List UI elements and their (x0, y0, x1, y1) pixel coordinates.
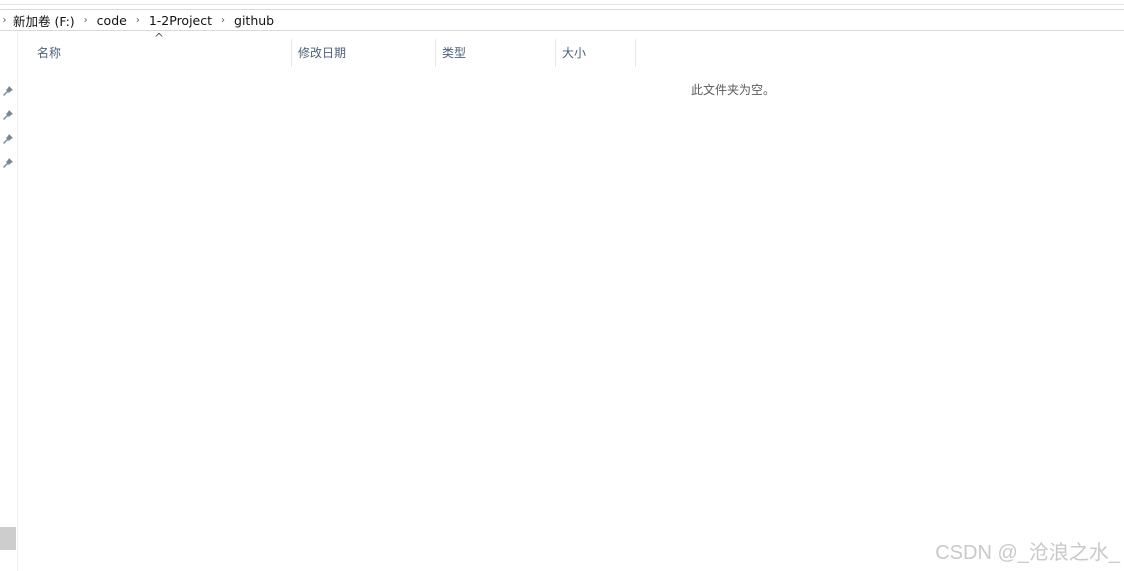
watermark: CSDN @_沧浪之水_ (935, 542, 1120, 564)
column-header-size-label: 大小 (562, 46, 587, 60)
breadcrumb-item-drive[interactable]: 新加卷 (F:) (9, 11, 79, 30)
breadcrumb-item-code[interactable]: code (93, 13, 131, 28)
column-divider[interactable] (555, 39, 556, 67)
chevron-right-icon[interactable]: › (79, 15, 93, 26)
column-header-type[interactable]: 类型 (442, 39, 555, 67)
breadcrumb-item-project[interactable]: 1-2Project (145, 13, 216, 28)
breadcrumb-item-github[interactable]: github (230, 13, 278, 28)
chevron-right-icon[interactable]: › (0, 15, 9, 26)
navigation-pane (0, 32, 18, 571)
column-divider[interactable] (635, 39, 636, 67)
column-divider[interactable] (435, 39, 436, 67)
breadcrumb[interactable]: › 新加卷 (F:) › code › 1-2Project › github (0, 9, 1124, 31)
empty-folder-message: 此文件夹为空。 (691, 83, 776, 97)
chevron-right-icon[interactable]: › (216, 15, 230, 26)
column-header-name-label: 名称 (37, 46, 62, 60)
top-divider (0, 4, 1124, 5)
column-header-modified-label: 修改日期 (298, 46, 347, 60)
column-header-row: ^ 名称 修改日期 类型 大小 (19, 31, 1124, 67)
nav-scrollbar-thumb[interactable] (0, 527, 16, 550)
column-header-type-label: 类型 (442, 46, 467, 60)
chevron-right-icon[interactable]: › (131, 15, 145, 26)
column-divider[interactable] (291, 39, 292, 67)
column-header-name[interactable]: 名称 (37, 39, 291, 67)
column-header-size[interactable]: 大小 (562, 39, 635, 67)
pin-icon[interactable] (2, 157, 14, 169)
file-explorer-window: › 新加卷 (F:) › code › 1-2Project › github … (0, 0, 1124, 571)
column-header-modified[interactable]: 修改日期 (298, 39, 435, 67)
pin-icon[interactable] (2, 85, 14, 97)
pin-icon[interactable] (2, 109, 14, 121)
pin-icon[interactable] (2, 133, 14, 145)
